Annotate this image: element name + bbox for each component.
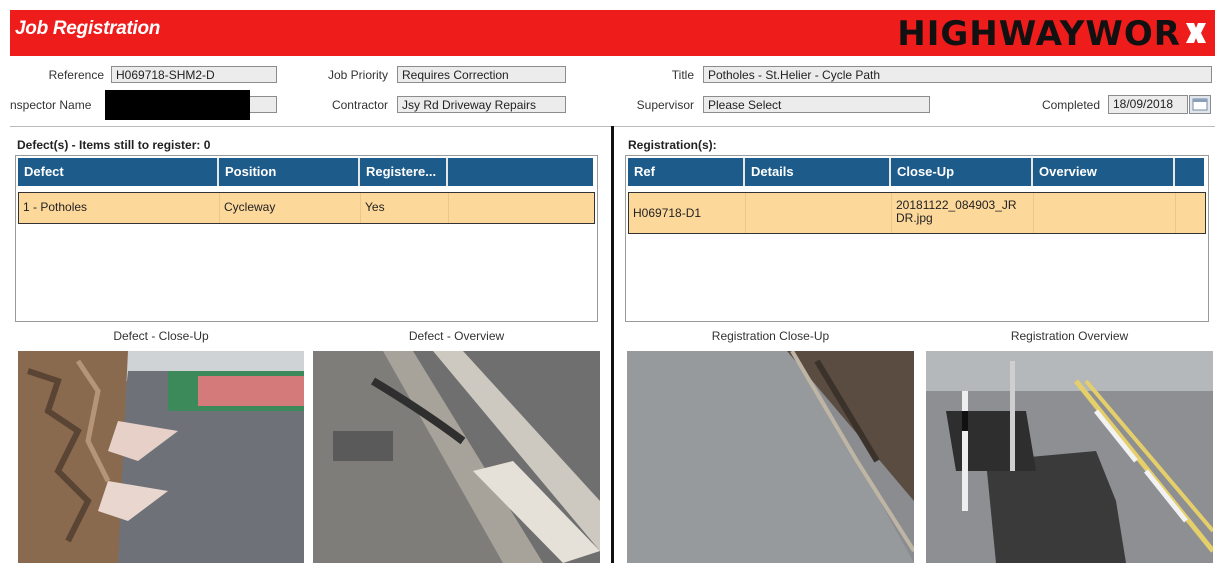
panel-divider [611,126,614,563]
reg-closeup-caption: Registration Close-Up [711,329,830,343]
position-cell: Cycleway [220,193,361,223]
registered-cell: Yes [361,193,449,223]
defects-section-title: Defect(s) - Items still to register: 0 [17,138,211,152]
completed-date-field[interactable]: 18/09/2018 [1108,95,1188,114]
title-field[interactable]: Potholes - St.Helier - Cycle Path [703,66,1212,83]
redaction-block [105,90,250,120]
table-row[interactable]: H069718-D1 20181122_084903_JR DR.jpg [628,192,1206,234]
defect-overview-caption: Defect - Overview [408,329,505,343]
defect-closeup-caption: Defect - Close-Up [113,329,209,343]
completed-label: Completed [1041,98,1100,112]
defect-cell: 1 - Potholes [19,193,220,223]
calendar-icon[interactable] [1189,95,1211,114]
reg-overview-caption: Registration Overview [1010,329,1129,343]
contractor-label: Contractor [331,98,388,112]
reg-details-cell [746,193,892,233]
title-bar: Job Registration HIGHWAYWOR [10,10,1215,56]
registrations-grid: Ref Details Close-Up Overview H069718-D1… [625,155,1209,322]
inspector-name-label: nspector Name [10,98,92,112]
reg-col-closeup[interactable]: Close-Up [891,158,1033,186]
reg-col-details[interactable]: Details [745,158,891,186]
defects-col-position[interactable]: Position [219,158,360,186]
supervisor-label: Supervisor [636,98,694,112]
reg-closeup-cell: 20181122_084903_JR DR.jpg [892,193,1034,233]
defect-overview-photo[interactable] [313,351,600,563]
defect-closeup-photo[interactable] [18,351,304,563]
title-label: Title [671,68,694,82]
brand-logo-text: HIGHWAYWOR [897,14,1181,54]
reg-ref-cell: H069718-D1 [629,193,746,233]
registrations-section-title: Registration(s): [628,138,717,152]
reg-closeup-photo[interactable] [627,351,914,563]
defects-grid: Defect Position Registere... 1 - Pothole… [15,155,598,322]
table-row[interactable]: 1 - Potholes Cycleway Yes [18,192,595,224]
reg-overview-photo[interactable] [926,351,1213,563]
reg-col-overview[interactable]: Overview [1033,158,1175,186]
reference-label: Reference [48,68,104,82]
contractor-field[interactable]: Jsy Rd Driveway Repairs [397,96,566,113]
brand-cross-icon [1183,20,1209,46]
job-priority-field[interactable]: Requires Correction [397,66,566,83]
app-title: Job Registration [15,18,161,39]
defects-col-defect[interactable]: Defect [18,158,219,186]
reg-overview-cell [1034,193,1176,233]
defects-col-registered[interactable]: Registere... [360,158,448,186]
defects-col-filler [448,158,593,186]
reg-col-filler [1175,158,1204,186]
reference-field[interactable]: H069718-SHM2-D [111,66,277,83]
supervisor-select[interactable]: Please Select [703,96,930,113]
reg-col-ref[interactable]: Ref [628,158,745,186]
job-priority-label: Job Priority [327,68,388,82]
